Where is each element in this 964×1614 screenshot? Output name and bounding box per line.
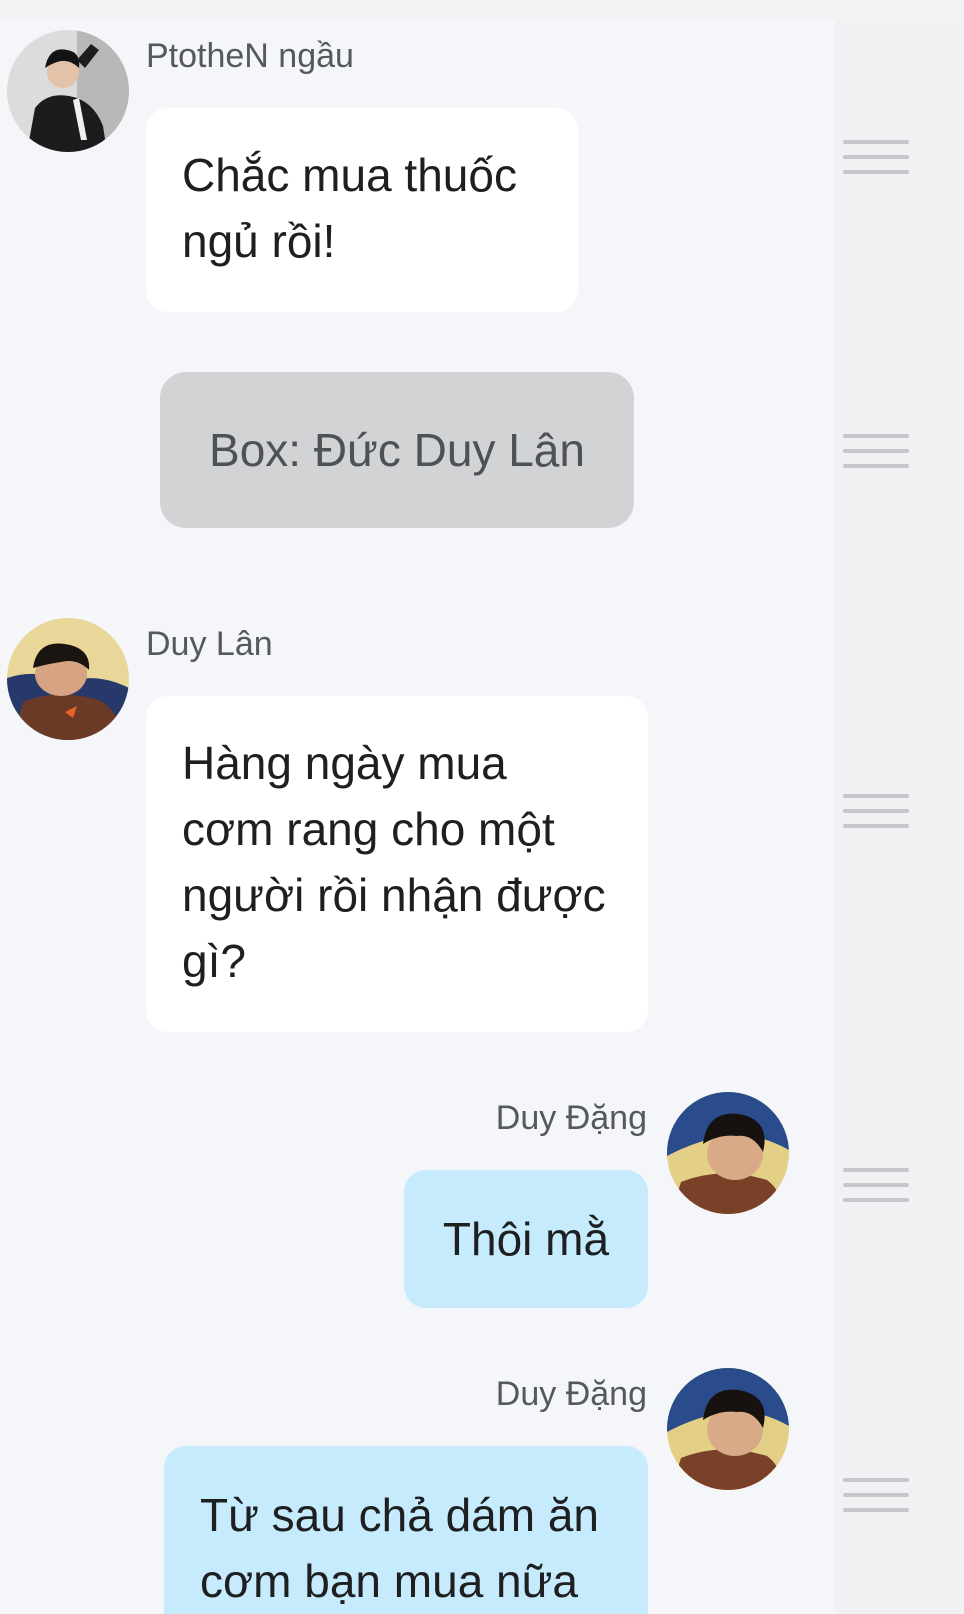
- message-bubble[interactable]: Hàng ngày mua cơm rang cho một người rồi…: [146, 696, 648, 1032]
- message-bubble[interactable]: Chắc mua thuốc ngủ rồi!: [146, 108, 578, 312]
- sender-name: Duy Đặng: [495, 1099, 647, 1137]
- avatar-duy-dang[interactable]: [667, 1368, 789, 1490]
- avatar-ptothen[interactable]: [7, 30, 129, 152]
- message-bubble[interactable]: Thôi mằ: [404, 1170, 648, 1308]
- drag-handle-icon[interactable]: [843, 140, 909, 174]
- sender-name: Duy Lân: [146, 625, 273, 663]
- drag-handle-icon[interactable]: [843, 1168, 909, 1202]
- top-strip: [0, 0, 964, 20]
- message-bubble[interactable]: Từ sau chả dám ăn cơm bạn mua nữa: [164, 1446, 648, 1614]
- system-notice[interactable]: Box: Đức Duy Lân: [160, 372, 634, 528]
- sender-name: Duy Đặng: [495, 1375, 647, 1413]
- drag-handle-icon[interactable]: [843, 434, 909, 468]
- drag-handle-icon[interactable]: [843, 794, 909, 828]
- avatar-duy-lan[interactable]: [7, 618, 129, 740]
- avatar-duy-dang[interactable]: [667, 1092, 789, 1214]
- drag-handle-icon[interactable]: [843, 1478, 909, 1512]
- sender-name: PtotheN ngầu: [146, 37, 354, 75]
